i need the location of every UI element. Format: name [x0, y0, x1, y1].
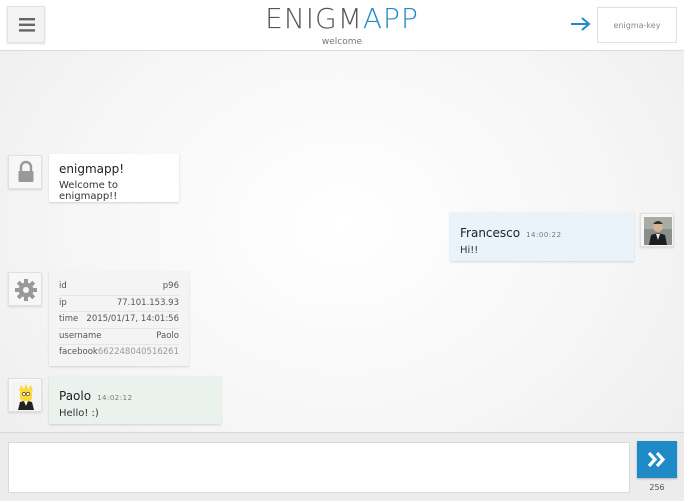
info-key: username — [59, 330, 102, 341]
system-message: enigmapp! Welcome to enigmapp!! — [49, 154, 179, 202]
lock-avatar — [8, 155, 42, 189]
info-value: 2015/01/17, 14:01:56 — [86, 314, 179, 324]
message-text: Hello! :) — [59, 408, 99, 419]
sender-name: Paolo — [59, 389, 92, 403]
info-key: time — [59, 314, 79, 324]
message-francesco: Francesco 14:00:22 Hi!! — [450, 212, 634, 261]
info-row-ip: ip 77.101.153.93 — [59, 296, 179, 312]
info-row-id: id p96 — [59, 279, 179, 296]
info-key: ip — [59, 297, 67, 308]
person-photo-icon — [644, 217, 672, 245]
info-row-username: username Paolo — [59, 329, 179, 345]
info-row-time: time 2015/01/17, 14:01:56 — [59, 312, 179, 329]
logo-text-enigm: ENIGM — [265, 2, 363, 35]
character-counter: 256 — [649, 483, 665, 492]
message-paolo: Paolo 14:02:12 Hello! :) — [49, 376, 221, 424]
sender-name: Francesco — [460, 226, 521, 240]
send-button[interactable] — [637, 441, 677, 478]
arrow-right-icon — [571, 17, 591, 31]
composer-bar: 256 — [0, 432, 684, 501]
logo-text-app: APP — [362, 2, 419, 35]
double-chevron-right-icon — [647, 451, 666, 468]
enigma-key-input[interactable] — [597, 7, 677, 43]
info-key: id — [59, 281, 67, 291]
system-message-text: Welcome to enigmapp!! — [59, 180, 118, 202]
info-key: facebook — [59, 347, 98, 357]
message-input[interactable] — [8, 442, 630, 493]
info-value: 77.101.153.93 — [116, 297, 179, 308]
info-value: 662248040516261 — [97, 347, 179, 357]
info-value: Paolo — [156, 330, 179, 341]
app-header: ENIGMAPP welcome — [0, 0, 684, 51]
avatar-francesco[interactable] — [640, 213, 674, 247]
info-row-facebook: facebook 662248040516261 — [59, 345, 179, 361]
gear-avatar — [8, 272, 42, 306]
message-time: 14:02:12 — [97, 394, 133, 402]
gear-icon — [15, 279, 37, 301]
user-info-card: id p96 ip 77.101.153.93 time 2015/01/17,… — [49, 271, 189, 366]
lock-icon — [18, 160, 34, 182]
message-time: 14:00:22 — [526, 231, 562, 239]
system-message-title: enigmapp! — [59, 162, 125, 176]
message-text: Hi!! — [460, 245, 479, 256]
cartoon-avatar-icon — [12, 382, 40, 410]
page-subtitle: welcome — [321, 37, 363, 47]
info-value: p96 — [162, 281, 179, 291]
avatar-paolo[interactable] — [8, 378, 42, 412]
